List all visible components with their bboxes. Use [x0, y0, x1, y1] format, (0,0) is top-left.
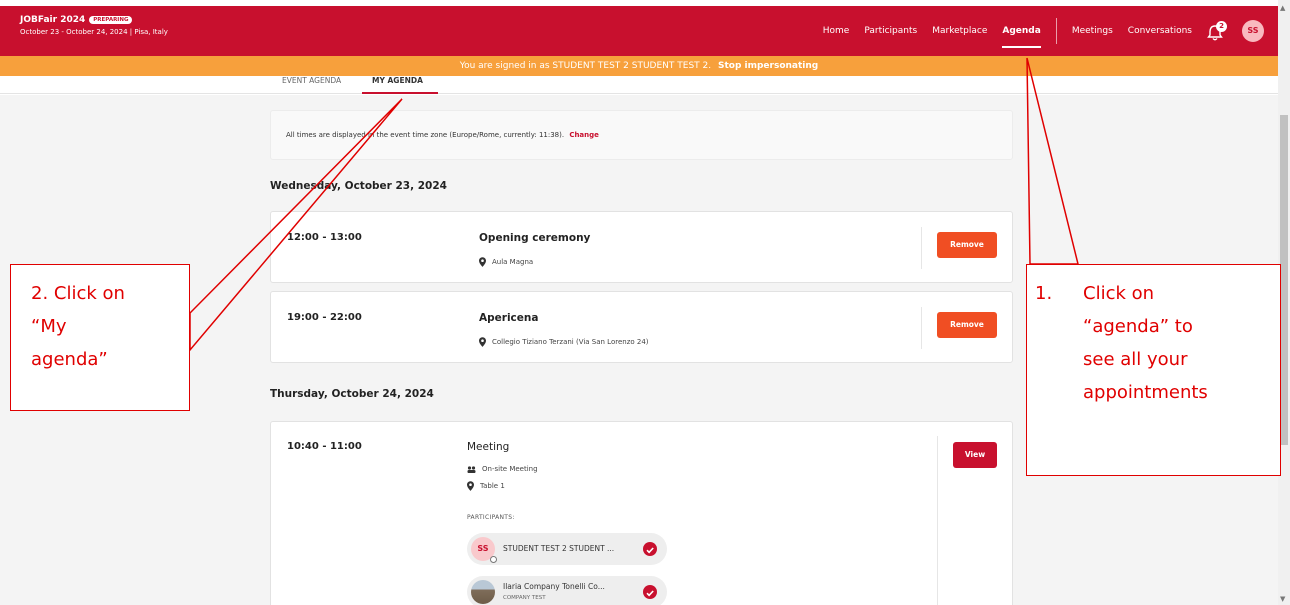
annotation-line: “agenda” to — [1083, 316, 1193, 337]
callout-arrow-my-agenda — [189, 98, 403, 353]
annotation-line: appointments — [1083, 382, 1208, 403]
annotation-line: agenda” — [31, 349, 108, 370]
annotation-line: 2. Click on — [31, 283, 125, 304]
callout-arrow-agenda — [1026, 57, 1079, 265]
annotation-line: Click on — [1083, 283, 1155, 304]
annotation-callout-agenda: 1. Click on “agenda” to see all your app… — [1026, 264, 1281, 476]
annotation-callout-my-agenda: 2. Click on “My agenda” — [10, 264, 190, 411]
annotation-line: “My — [31, 316, 67, 337]
annotation-line: see all your — [1083, 349, 1188, 370]
annotation-line: 1. — [1035, 283, 1053, 304]
